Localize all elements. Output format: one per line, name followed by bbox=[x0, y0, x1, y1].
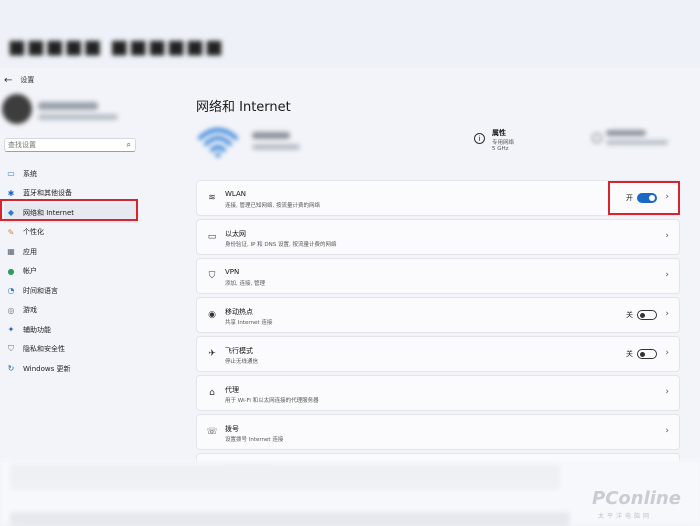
data-usage-title-redacted bbox=[606, 130, 646, 136]
sidebar-item-label: 应用 bbox=[23, 247, 37, 256]
sidebar-item-label: 帐户 bbox=[23, 267, 37, 276]
gamepad-icon: ◎ bbox=[7, 305, 15, 315]
chevron-right-icon: › bbox=[665, 387, 669, 397]
card-title: 代理 bbox=[225, 386, 239, 394]
chevron-right-icon: › bbox=[665, 426, 669, 436]
bluetooth-icon: ✱ bbox=[7, 188, 15, 198]
settings-cards: ≋ WLAN 连接, 管理已知网络, 按流量计费的网络开 › ▭ 以太网 身份验证, IP … bbox=[196, 180, 680, 492]
settings-card[interactable]: ✈ 飞行模式停止无线通信 关 › bbox=[196, 336, 680, 372]
toggle-state-label: 关 bbox=[626, 311, 633, 319]
hotspot-icon: ◉ bbox=[208, 310, 216, 320]
card-subtitle: 身份验证, IP 和 DNS 设置, 按流量计费的网络 bbox=[225, 242, 337, 248]
card-subtitle: 添加, 连接, 管理 bbox=[225, 281, 265, 287]
user-profile[interactable] bbox=[2, 94, 162, 138]
red-highlight-box-wlan-toggle bbox=[608, 181, 680, 215]
page-title: 网络和 Internet bbox=[196, 100, 291, 115]
ethernet-icon: ▭ bbox=[207, 232, 217, 242]
sidebar-item-label: 时间和语言 bbox=[23, 286, 58, 295]
settings-card[interactable]: ⌂ 代理用于 Wi-Fi 和以太网连接的代理服务器 › bbox=[196, 375, 680, 411]
sidebar-nav: ▭ 系统 ✱ 蓝牙和其他设备 ◆ 网络和 Internet ✎ 个性化 ▦ 应用 ● 帐户 ◔ 时间和语言… bbox=[4, 164, 138, 379]
card-subtitle: 共享 Internet 连接 bbox=[225, 320, 273, 326]
airplane-icon: ✈ bbox=[208, 349, 216, 359]
blurred-article-heading: ■■■■■ ■■■■■■ bbox=[8, 36, 225, 58]
profile-email-redacted bbox=[38, 114, 118, 120]
watermark-logo: PConline bbox=[592, 488, 681, 509]
avatar bbox=[2, 94, 32, 124]
blurred-card bbox=[10, 512, 570, 526]
update-icon: ↻ bbox=[7, 364, 15, 374]
sidebar-item-label: 蓝牙和其他设备 bbox=[23, 189, 72, 198]
data-usage-sub-redacted bbox=[606, 140, 668, 145]
settings-card[interactable]: ☏ 拨号设置拨号 Internet 连接 › bbox=[196, 414, 680, 450]
sidebar-item[interactable]: ⛉ 隐私和安全性 bbox=[4, 340, 138, 360]
globe-clock-icon: ◔ bbox=[7, 286, 15, 296]
card-title: WLAN bbox=[225, 190, 247, 198]
apps-icon: ▦ bbox=[7, 247, 15, 257]
sidebar-item[interactable]: ▭ 系统 bbox=[4, 164, 138, 184]
sidebar-item[interactable]: ✦ 辅助功能 bbox=[4, 320, 138, 340]
titlebar: ← 设置 bbox=[0, 68, 220, 92]
sidebar-item-label: Windows 更新 bbox=[23, 364, 71, 373]
network-status-redacted bbox=[252, 144, 300, 150]
card-subtitle: 设置拨号 Internet 连接 bbox=[225, 437, 284, 443]
data-usage-icon bbox=[592, 133, 602, 143]
sidebar-item-label: 系统 bbox=[23, 169, 37, 178]
properties-title: 属性 bbox=[492, 129, 506, 137]
monitor-icon: ▭ bbox=[7, 169, 15, 179]
card-subtitle: 连接, 管理已知网络, 按流量计费的网络 bbox=[225, 203, 320, 209]
chevron-right-icon: › bbox=[665, 231, 669, 241]
sidebar-item[interactable]: ● 帐户 bbox=[4, 262, 138, 282]
card-title: 飞行模式 bbox=[225, 347, 253, 355]
network-name-redacted bbox=[252, 132, 290, 139]
card-title: 移动热点 bbox=[225, 308, 253, 316]
brush-icon: ✎ bbox=[7, 227, 15, 237]
search-icon[interactable]: ⌕ bbox=[127, 140, 131, 150]
properties-line: 专用网络 bbox=[492, 140, 515, 146]
vpn-shield-icon: ⛉ bbox=[208, 271, 216, 281]
back-arrow-icon[interactable]: ← bbox=[4, 75, 12, 86]
wifi-icon: ≋ bbox=[208, 193, 216, 203]
person-icon: ● bbox=[7, 266, 15, 276]
blurred-card bbox=[10, 464, 560, 490]
dialup-icon: ☏ bbox=[206, 427, 218, 437]
sidebar-item-label: 辅助功能 bbox=[23, 325, 51, 334]
card-subtitle: 停止无线通信 bbox=[225, 359, 259, 365]
toggle-switch[interactable] bbox=[637, 349, 657, 359]
accessibility-icon: ✦ bbox=[7, 325, 15, 335]
sidebar-item-label: 游戏 bbox=[23, 306, 37, 315]
proxy-icon: ⌂ bbox=[209, 388, 215, 398]
search-input[interactable] bbox=[8, 140, 118, 150]
sidebar-item[interactable]: ◔ 时间和语言 bbox=[4, 281, 138, 301]
properties-line: 5 GHz bbox=[492, 146, 509, 152]
toggle-state-label: 关 bbox=[626, 350, 633, 358]
wifi-signal-icon bbox=[198, 128, 238, 158]
profile-name-redacted bbox=[38, 102, 98, 110]
red-highlight-box-network bbox=[0, 199, 138, 221]
sidebar-item[interactable]: ↻ Windows 更新 bbox=[4, 359, 138, 379]
network-status-row: i 属性 专用网络 5 GHz bbox=[196, 122, 680, 166]
shield-icon: ⛉ bbox=[8, 344, 14, 354]
settings-card[interactable]: ▭ 以太网身份验证, IP 和 DNS 设置, 按流量计费的网络 › bbox=[196, 219, 680, 255]
card-subtitle: 用于 Wi-Fi 和以太网连接的代理服务器 bbox=[225, 398, 319, 404]
settings-window: ← 设置 ⌕ ▭系统✱蓝牙和其他设备◆网络和 Internet✎个性化▦应用●帐… bbox=[0, 68, 700, 489]
settings-card[interactable]: ⛉ VPN 添加, 连接, 管理 › bbox=[196, 258, 680, 294]
sidebar-item-label: 隐私和安全性 bbox=[23, 345, 65, 354]
search-box[interactable]: ⌕ bbox=[4, 138, 136, 152]
sidebar-item[interactable]: ◎ 游戏 bbox=[4, 301, 138, 321]
card-title: VPN bbox=[225, 268, 240, 276]
chevron-right-icon: › bbox=[665, 309, 669, 319]
chevron-right-icon: › bbox=[665, 270, 669, 280]
chevron-right-icon: › bbox=[665, 348, 669, 358]
info-icon: i bbox=[474, 133, 485, 144]
card-title: 以太网 bbox=[225, 230, 246, 238]
card-title: 拨号 bbox=[225, 425, 239, 433]
sidebar-item[interactable]: ✎ 个性化 bbox=[4, 223, 138, 243]
window-title: 设置 bbox=[20, 76, 35, 84]
watermark-subtitle: 太平洋电脑网 bbox=[598, 513, 653, 520]
sidebar-item[interactable]: ▦ 应用 bbox=[4, 242, 138, 262]
toggle-switch[interactable] bbox=[637, 310, 657, 320]
settings-card[interactable]: ◉ 移动热点共享 Internet 连接 关 › bbox=[196, 297, 680, 333]
sidebar-item-label: 个性化 bbox=[23, 228, 44, 237]
